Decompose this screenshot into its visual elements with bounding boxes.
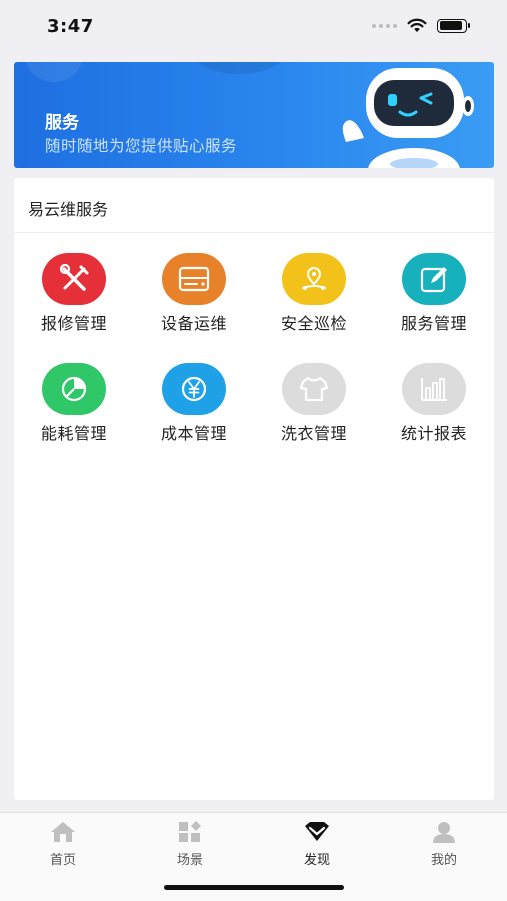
section-title: 易云维服务	[28, 200, 109, 219]
service-item-repair[interactable]: 报修管理	[14, 253, 134, 334]
service-label: 统计报表	[400, 424, 467, 443]
service-item-energy[interactable]: 能耗管理	[14, 363, 134, 444]
tab-label: 发现	[303, 853, 330, 868]
home-indicator	[164, 885, 344, 890]
pie-chart-icon	[42, 363, 106, 415]
user-icon	[381, 819, 507, 845]
tab-label: 场景	[176, 853, 203, 868]
home-icon	[0, 819, 126, 845]
service-item-laundry[interactable]: 洗衣管理	[254, 363, 374, 444]
shirt-icon	[282, 363, 346, 415]
wifi-icon	[407, 18, 427, 32]
service-label: 成本管理	[160, 424, 227, 443]
service-item-service-management[interactable]: 服务管理	[374, 253, 494, 334]
divider	[14, 232, 494, 233]
signal-icon	[372, 23, 397, 28]
tab-label: 首页	[49, 853, 76, 868]
device-icon	[162, 253, 226, 305]
banner-title: 服务	[45, 113, 79, 133]
service-label: 洗衣管理	[280, 424, 347, 443]
patrol-location-icon	[282, 253, 346, 305]
edit-note-icon	[402, 253, 466, 305]
scene-grid-icon	[127, 819, 253, 845]
discover-diamond-icon	[254, 819, 380, 845]
status-bar: 3:47	[0, 0, 507, 56]
service-card: 易云维服务 报修管理 设备运维 安全巡检 服务管理 能耗管理 成本管理 洗衣管理…	[14, 178, 494, 800]
service-item-cost[interactable]: 成本管理	[134, 363, 254, 444]
status-time: 3:47	[47, 16, 94, 37]
status-icons	[372, 18, 470, 33]
robot-mascot-icon	[342, 68, 474, 168]
tab-label: 我的	[430, 853, 457, 868]
tab-mine[interactable]: 我的	[381, 819, 507, 868]
tab-discover[interactable]: 发现	[254, 819, 380, 868]
tab-scene[interactable]: 场景	[127, 819, 253, 868]
bar-chart-icon	[402, 363, 466, 415]
service-item-device[interactable]: 设备运维	[134, 253, 254, 334]
service-label: 能耗管理	[40, 424, 107, 443]
tab-home[interactable]: 首页	[0, 819, 126, 868]
service-item-statistics[interactable]: 统计报表	[374, 363, 494, 444]
service-label: 服务管理	[400, 314, 467, 333]
service-label: 报修管理	[40, 314, 107, 333]
yen-coin-icon	[162, 363, 226, 415]
battery-icon	[437, 18, 470, 33]
banner-subtitle: 随时随地为您提供贴心服务	[45, 137, 238, 155]
service-item-patrol[interactable]: 安全巡检	[254, 253, 374, 334]
repair-tools-icon	[42, 253, 106, 305]
service-label: 设备运维	[160, 314, 227, 333]
service-label: 安全巡检	[280, 314, 347, 333]
service-banner: 服务 随时随地为您提供贴心服务	[14, 62, 494, 168]
